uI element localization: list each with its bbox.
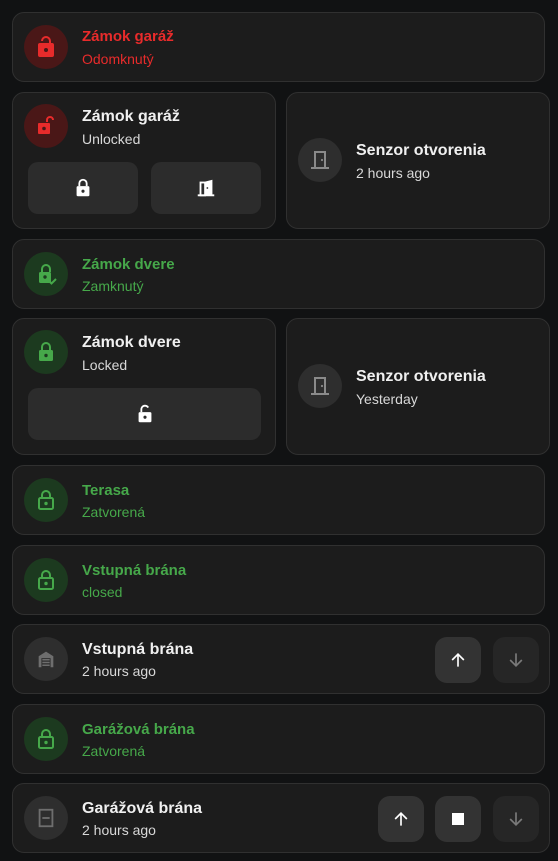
garage-door-state: 2 hours ago	[82, 822, 156, 838]
gate-name: Vstupná brána	[82, 641, 194, 658]
lock-open-icon[interactable]	[24, 25, 68, 69]
lock-icon[interactable]	[24, 478, 68, 522]
garage-door-tile-name: Garážová brána	[82, 721, 195, 738]
gate-open-button[interactable]	[435, 637, 481, 683]
sensor-2-card[interactable]: Senzor otvorenia Yesterday	[286, 318, 550, 455]
lock-open-icon[interactable]	[24, 104, 68, 148]
lock-door-state: Locked	[82, 357, 128, 373]
sensor-2-state: Yesterday	[356, 391, 418, 407]
gate-state: 2 hours ago	[82, 663, 156, 679]
sensor-2-name: Senzor otvorenia	[356, 368, 486, 385]
lock-garage-name: Zámok garáž	[82, 108, 180, 125]
gate-cover-card: Vstupná brána 2 hours ago	[12, 624, 550, 694]
lock-door-name: Zámok dvere	[82, 334, 181, 351]
lock-door-tile-card[interactable]: Zámok dvere Zamknutý	[12, 239, 545, 309]
garage-door-stop-button[interactable]	[435, 796, 481, 842]
lock-icon[interactable]	[24, 330, 68, 374]
lock-door-card: Zámok dvere Locked	[12, 318, 276, 455]
lock-button[interactable]	[28, 162, 138, 214]
sensor-1-card[interactable]: Senzor otvorenia 2 hours ago	[286, 92, 550, 229]
gate-icon[interactable]	[24, 637, 68, 681]
arrow-up-icon	[394, 811, 408, 826]
sensor-1-state: 2 hours ago	[356, 165, 430, 181]
lock-garage-state: Unlocked	[82, 131, 141, 147]
lock-garage-tile-card[interactable]: Zámok garáž Odomknutý	[12, 12, 545, 82]
lock-door-tile-name: Zámok dvere	[82, 256, 175, 273]
gate-close-button[interactable]	[493, 637, 539, 683]
garage-door-icon[interactable]	[24, 796, 68, 840]
arrow-down-icon	[509, 812, 523, 827]
gate-tile-card[interactable]: Vstupná brána closed	[12, 545, 545, 615]
lock-garage-card: Zámok garáž Unlocked	[12, 92, 276, 229]
gate-tile-state: closed	[82, 584, 123, 600]
terasa-state: Zatvorená	[82, 504, 146, 520]
garage-door-open-button[interactable]	[378, 796, 424, 842]
arrow-up-icon	[451, 652, 465, 667]
garage-door-close-button[interactable]	[493, 796, 539, 842]
terasa-name: Terasa	[82, 482, 130, 499]
unlock-button[interactable]	[28, 388, 261, 440]
lock-icon[interactable]	[24, 558, 68, 602]
lock-icon[interactable]	[24, 717, 68, 761]
arrow-down-icon	[509, 653, 523, 668]
lock-check-icon[interactable]	[24, 252, 68, 296]
lock-open-icon	[138, 404, 151, 423]
lock-icon	[76, 178, 90, 197]
door-closed-icon	[298, 364, 342, 408]
stop-icon	[452, 813, 464, 825]
gate-tile-name: Vstupná brána	[82, 562, 187, 579]
garage-door-tile-state: Zatvorená	[82, 743, 146, 759]
sensor-1-name: Senzor otvorenia	[356, 142, 486, 159]
lock-garage-tile-name: Zámok garáž	[82, 28, 174, 45]
door-open-icon	[197, 179, 215, 197]
door-closed-icon	[298, 138, 342, 182]
open-door-button[interactable]	[151, 162, 261, 214]
terasa-card[interactable]: Terasa Zatvorená	[12, 465, 545, 535]
garage-door-name: Garážová brána	[82, 800, 203, 817]
lock-garage-tile-state: Odomknutý	[82, 51, 154, 67]
lock-door-tile-state: Zamknutý	[82, 278, 144, 294]
garage-door-tile-card[interactable]: Garážová brána Zatvorená	[12, 704, 545, 774]
garage-door-cover-card: Garážová brána 2 hours ago	[12, 783, 550, 853]
